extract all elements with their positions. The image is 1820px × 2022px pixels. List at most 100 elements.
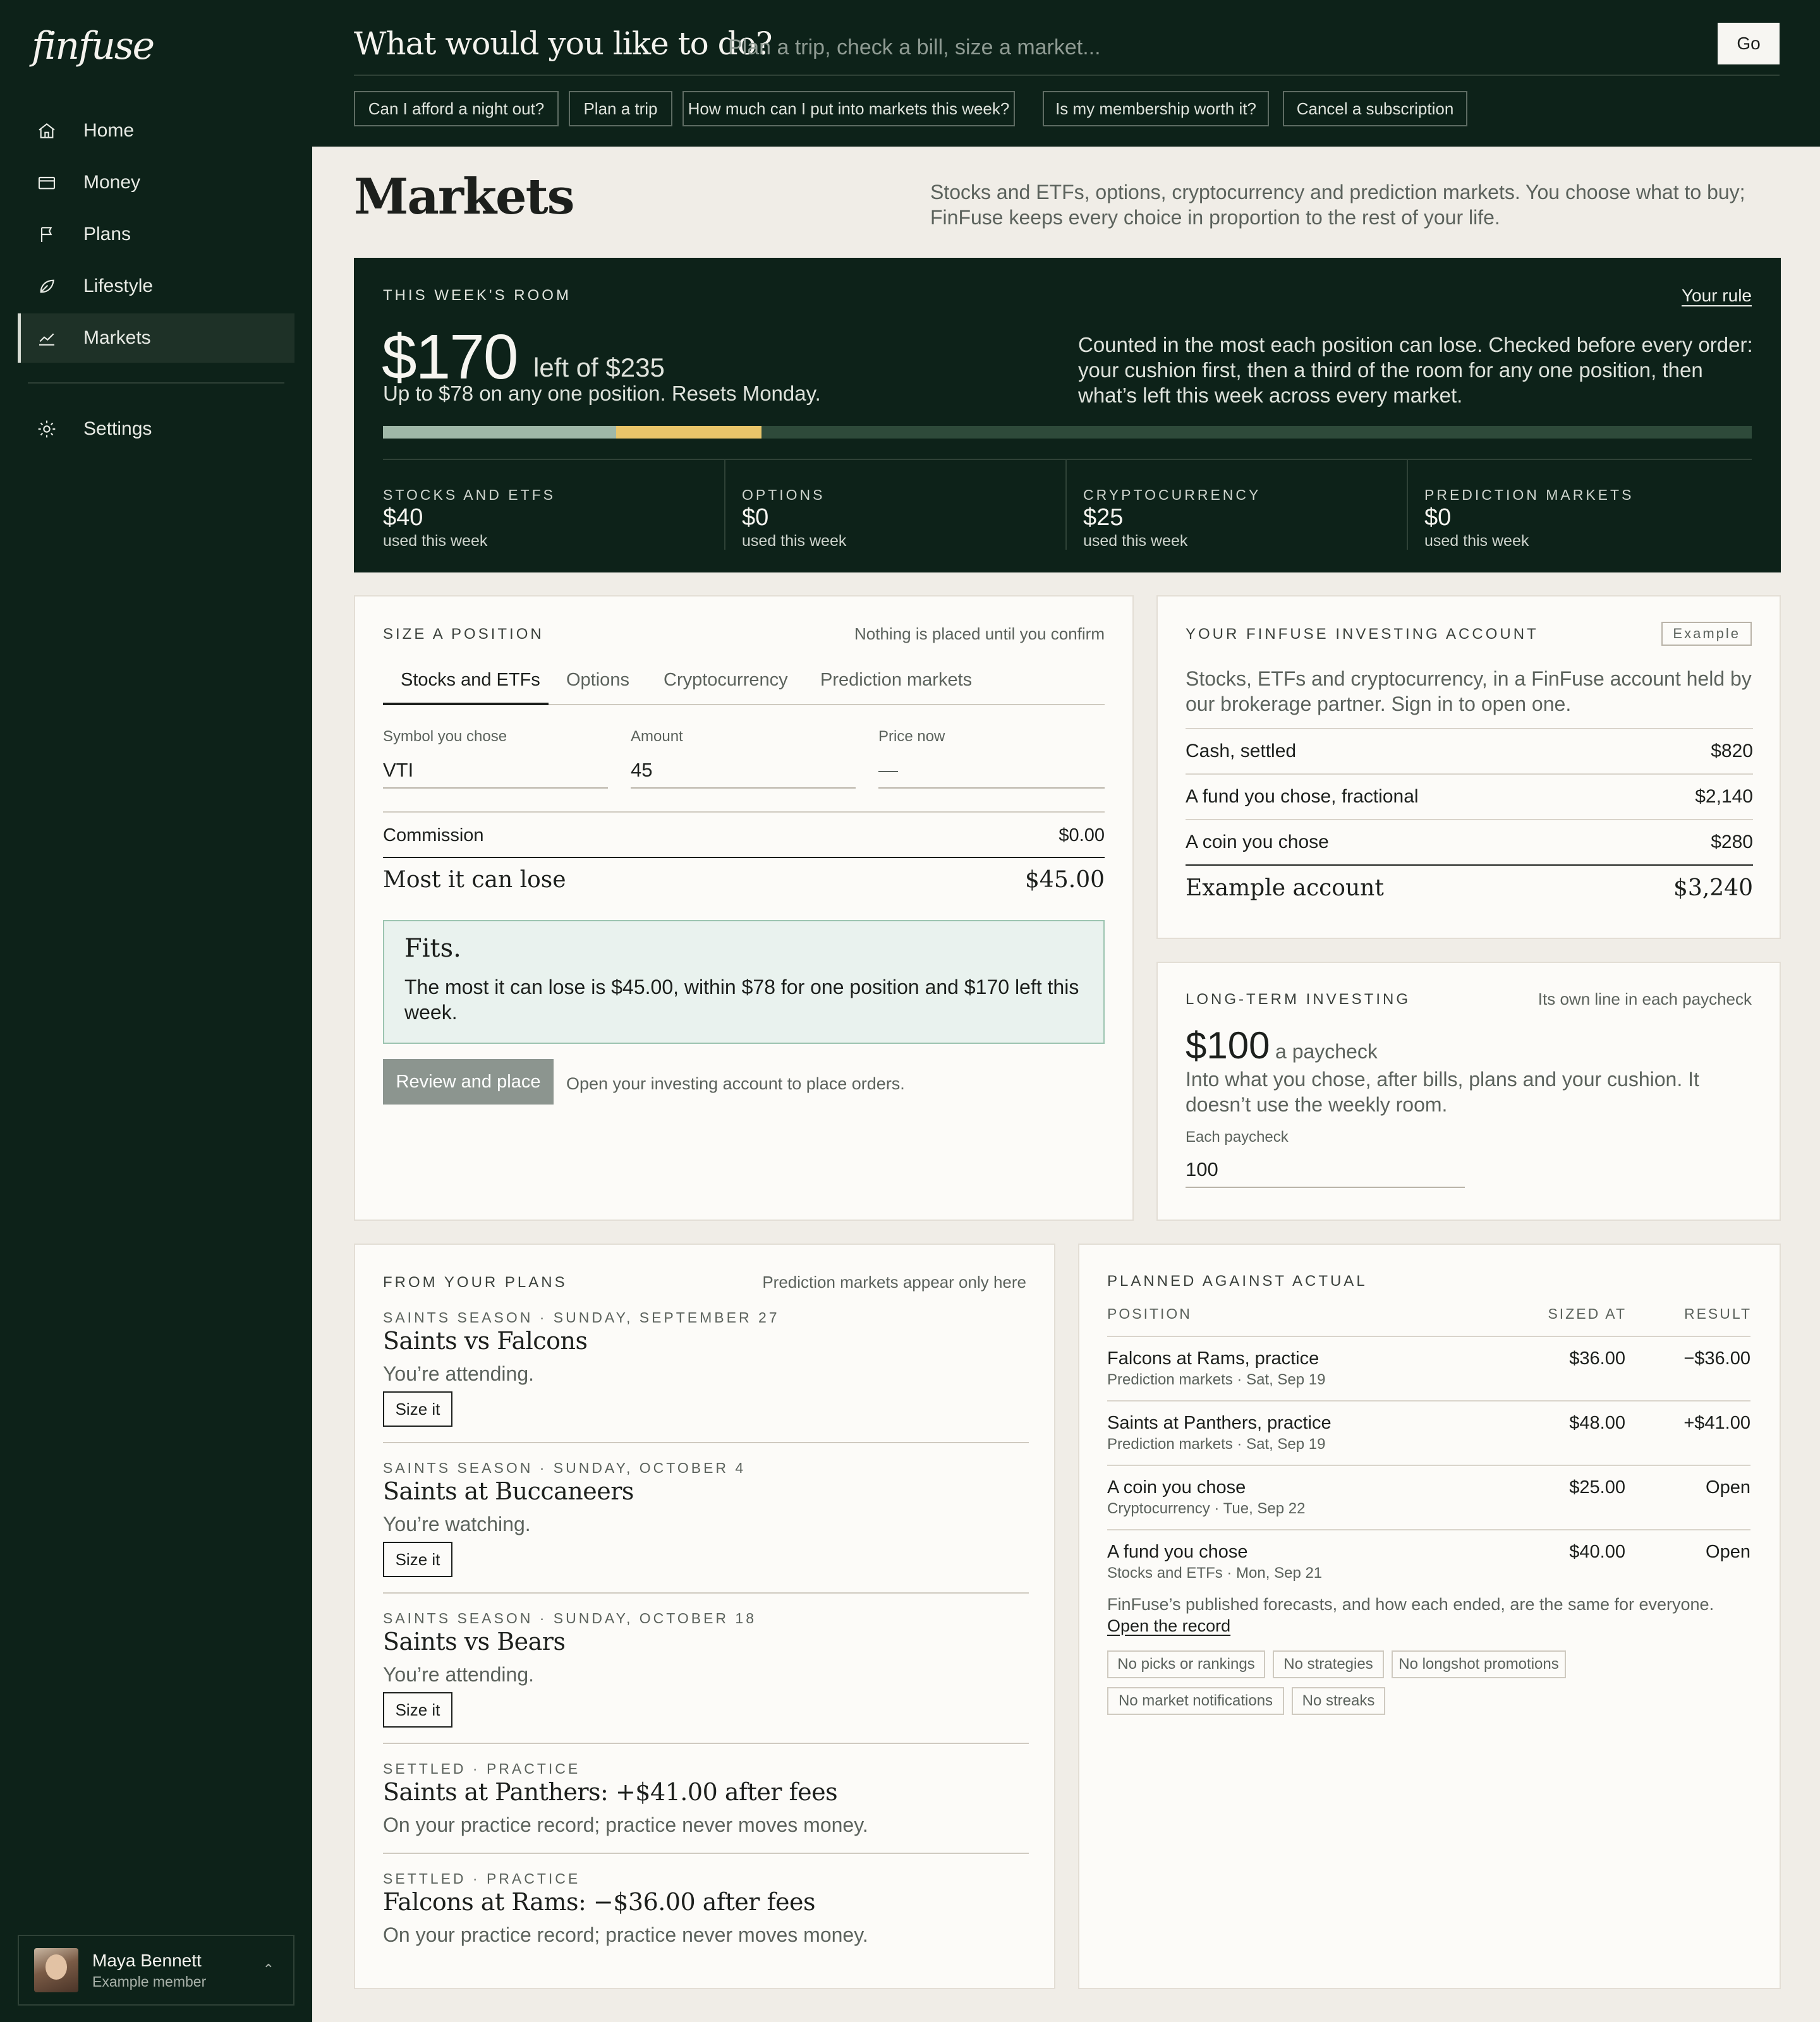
position-name: A fund you chose (1107, 1542, 1248, 1562)
plan-eyebrow: Saints season · Sunday, September 27 (383, 1309, 780, 1326)
user-menu[interactable]: Maya Bennett Example member ⌃ (18, 1935, 294, 2006)
nav-markets[interactable]: Markets (18, 313, 294, 363)
longterm-eyebrow: Long-term investing (1186, 991, 1411, 1008)
sidebar: finfuse Home Money Plans Lifestyle Marke… (0, 0, 312, 2022)
nav-lifestyle[interactable]: Lifestyle (19, 262, 294, 311)
ask-bar: What would you like to do? Go Can I affo… (312, 0, 1820, 147)
market-value: $0 (1424, 504, 1452, 531)
room-note: Counted in the most each position can lo… (1078, 333, 1753, 407)
pva-footnote: FinFuse’s published forecasts, and how e… (1107, 1594, 1750, 1637)
your-rule-link[interactable]: Your rule (1682, 286, 1752, 306)
size-it-button[interactable]: Size it (383, 1542, 452, 1577)
tab-prediction-markets[interactable]: Prediction markets (820, 670, 972, 705)
table-row: Saints at Panthers, practice Prediction … (1107, 1400, 1750, 1465)
ask-input[interactable] (728, 33, 1613, 62)
market-sub: used this week (1424, 532, 1529, 550)
market-label: Prediction markets (1424, 487, 1634, 503)
plan-subtitle: You’re attending. (383, 1362, 535, 1385)
room-eyebrow: This week's room (383, 287, 571, 304)
market-value: $40 (383, 504, 423, 531)
result: −$36.00 (1684, 1348, 1750, 1369)
suggestion-chip[interactable]: Plan a trip (569, 91, 672, 126)
account-row-label: Cash, settled (1186, 741, 1297, 761)
nav-home[interactable]: Home (19, 106, 294, 155)
finfuse-logo[interactable]: finfuse (32, 24, 155, 68)
longterm-per: a paycheck (1275, 1040, 1378, 1063)
planned-against-actual-card: Planned against actual Position Sized at… (1078, 1244, 1781, 1989)
suggestion-chip[interactable]: How much can I put into markets this wee… (682, 91, 1015, 126)
example-badge: Example (1661, 622, 1752, 646)
market-options: Options $0 used this week (724, 460, 1057, 550)
symbol-label: Symbol you chose (383, 728, 507, 745)
plan-eyebrow: Saints season · Sunday, October 4 (383, 1460, 746, 1476)
plan-title: Saints at Panthers: +$41.00 after fees (383, 1778, 838, 1806)
room-subtitle: Up to $78 on any one position. Resets Mo… (383, 382, 821, 405)
plan-title: Saints vs Bears (383, 1628, 566, 1656)
plan-subtitle: On your practice record; practice never … (383, 1813, 868, 1836)
plan-eyebrow: Settled · Practice (383, 1870, 581, 1887)
nav-money[interactable]: Money (19, 158, 294, 207)
account-total-label: Example account (1186, 875, 1384, 901)
market-crypto: Cryptocurrency $25 used this week (1065, 460, 1398, 550)
account-row-label: A coin you chose (1186, 832, 1329, 852)
position-detail: Stocks and ETFs · Mon, Sep 21 (1107, 1565, 1323, 1582)
suggestion-chip[interactable]: Is my membership worth it? (1043, 91, 1269, 126)
tab-cryptocurrency[interactable]: Cryptocurrency (664, 670, 788, 705)
open-the-record-link[interactable]: Open the record (1107, 1616, 1230, 1635)
tab-options[interactable]: Options (566, 670, 629, 705)
room-usage-bar (383, 426, 1752, 439)
size-it-button[interactable]: Size it (383, 1391, 452, 1427)
nav-plans[interactable]: Plans (19, 210, 294, 259)
suggestion-chip[interactable]: Cancel a subscription (1283, 91, 1467, 126)
ask-title: What would you like to do? (354, 25, 773, 62)
plan-subtitle: You’re attending. (383, 1663, 535, 1686)
suggestion-chip[interactable]: Can I afford a night out? (354, 91, 559, 126)
account-row-label: A fund you chose, fractional (1186, 786, 1419, 807)
plan-title: Saints at Buccaneers (383, 1477, 634, 1505)
active-tab-indicator (383, 703, 549, 705)
table-row: A fund you chose Stocks and ETFs · Mon, … (1107, 1529, 1750, 1594)
wallet-icon (34, 170, 59, 195)
commission-value: $0.00 (1059, 825, 1105, 845)
review-note: Open your investing account to place ord… (566, 1074, 905, 1093)
col-header-sized-at: Sized at (1548, 1305, 1627, 1322)
plans-meta: Prediction markets appear only here (762, 1273, 1026, 1292)
nav-settings[interactable]: Settings (19, 404, 294, 454)
market-value: $25 (1083, 504, 1124, 531)
paycheck-amount-input[interactable] (1186, 1153, 1465, 1188)
flag-icon (34, 222, 59, 247)
divider (383, 811, 1105, 813)
position-detail: Prediction markets · Sat, Sep 19 (1107, 1371, 1326, 1388)
size-eyebrow: Size a position (383, 626, 544, 643)
room-left-of: left of $235 (533, 353, 665, 382)
account-row-value: $280 (1711, 832, 1753, 852)
long-term-investing-card: Long-term investing Its own line in each… (1156, 962, 1781, 1221)
account-row: A fund you chose, fractional $2,140 (1186, 773, 1753, 819)
review-and-place-button[interactable]: Review and place (383, 1059, 554, 1105)
market-sub: used this week (383, 532, 488, 550)
sized-at: $25.00 (1569, 1477, 1625, 1498)
table-row: Falcons at Rams, practice Prediction mar… (1107, 1336, 1750, 1400)
investing-account-card: Your FinFuse investing account Example S… (1156, 595, 1781, 939)
account-description: Stocks, ETFs and cryptocurrency, in a Fi… (1186, 667, 1752, 715)
size-meta: Nothing is placed until you confirm (854, 624, 1105, 643)
tab-stocks-etfs[interactable]: Stocks and ETFs (401, 670, 540, 705)
user-name: Maya Bennett (92, 1950, 202, 1970)
market-value: $0 (742, 504, 769, 531)
nav-label: Lifestyle (83, 275, 154, 296)
nav-label: Settings (83, 418, 152, 439)
avatar (34, 1948, 78, 1992)
plan-eyebrow: Settled · Practice (383, 1760, 581, 1777)
commission-label: Commission (383, 825, 484, 845)
home-icon (34, 118, 59, 143)
nav-label: Plans (83, 224, 131, 245)
account-row-value: $2,140 (1695, 786, 1753, 807)
symbol-input[interactable] (383, 753, 608, 789)
nav-label: Home (83, 120, 135, 141)
ask-underline (354, 75, 1780, 76)
size-it-button[interactable]: Size it (383, 1692, 452, 1728)
amount-input[interactable] (631, 753, 856, 789)
plan-subtitle: On your practice record; practice never … (383, 1923, 868, 1946)
go-button[interactable]: Go (1718, 23, 1780, 64)
chevron-up-icon: ⌃ (262, 1961, 274, 1977)
